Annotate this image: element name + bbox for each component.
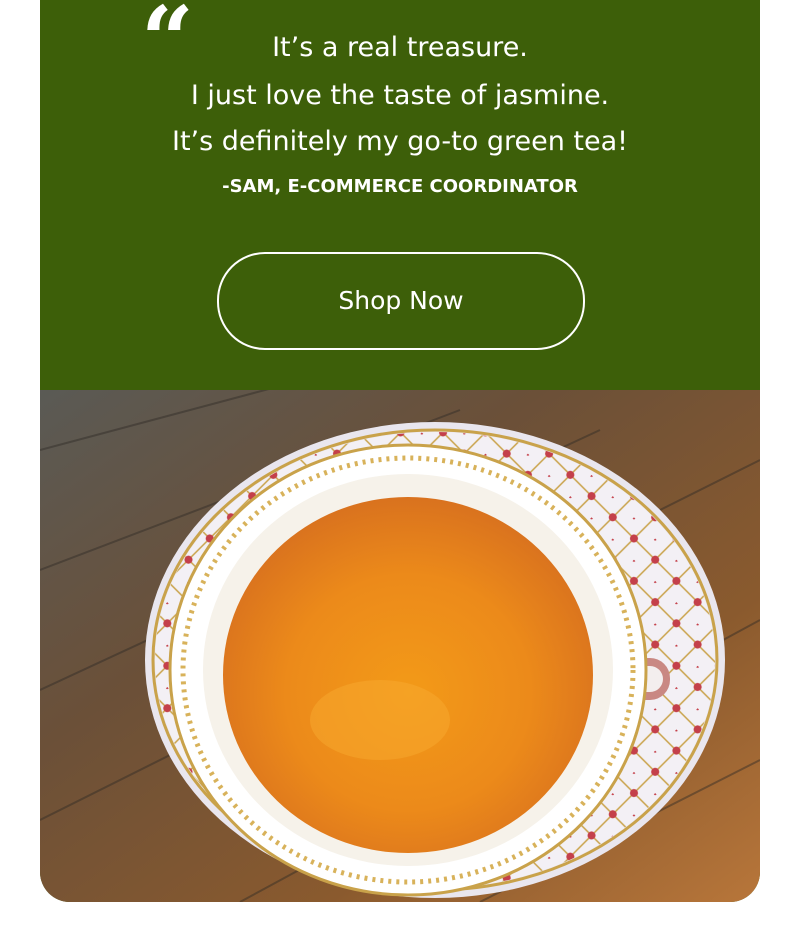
quote-line-1: It’s a real treasure. [272,32,528,63]
teacup-photo [40,390,760,902]
shop-now-button[interactable]: Shop Now [217,252,585,350]
quote-attribution: -SAM, E-COMMERCE COORDINATOR [222,176,578,197]
quote-line-3: It’s definitely my go-to green tea! [172,126,628,157]
quote-line-2: I just love the taste of jasmine. [190,80,610,111]
testimonial-card: “ It’s a real treasure. I just love the … [40,0,760,902]
testimonial-section: “ It’s a real treasure. I just love the … [40,0,760,390]
